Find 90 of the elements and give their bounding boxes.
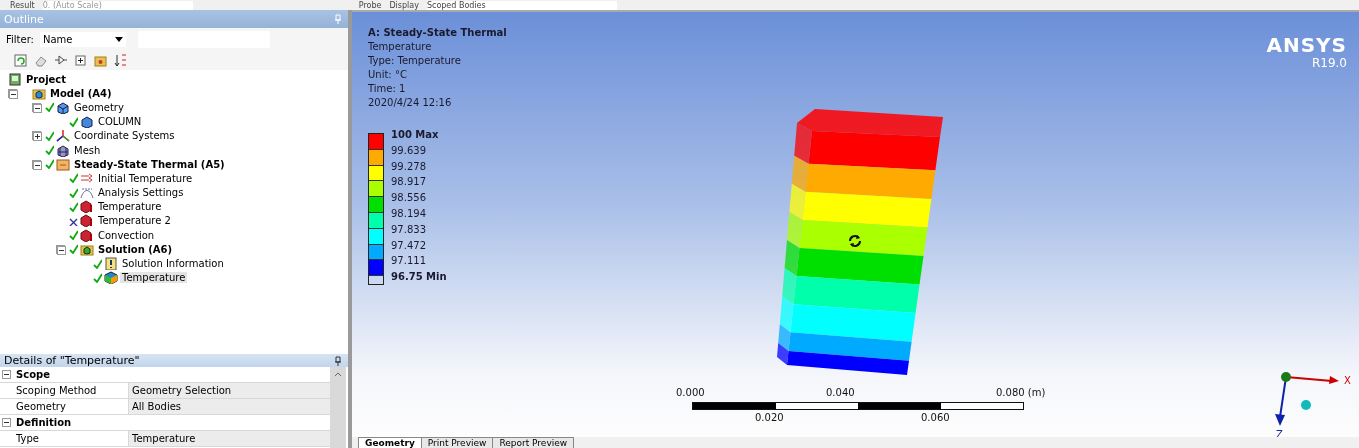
tree-filter-icon[interactable] (54, 53, 67, 67)
display-dropdown[interactable]: Scoped Bodies (426, 1, 617, 10)
tree-item[interactable]: Solution (A6) (96, 243, 175, 255)
arrows-icon (80, 171, 94, 185)
collapse-icon[interactable] (2, 418, 11, 427)
collapse-icon[interactable] (33, 160, 42, 170)
result-info-text: Type: Temperature (368, 54, 462, 68)
panel-title: Details of "Temperature" (4, 354, 140, 367)
sort-icon[interactable] (114, 53, 127, 67)
result-label: Result (10, 1, 35, 10)
result-info-text: A: Steady-State Thermal (368, 26, 507, 40)
pin-icon[interactable] (334, 355, 342, 366)
scale-label: 0.020 (755, 412, 784, 423)
scale-label: 0.000 (676, 387, 705, 398)
scroll-up-icon[interactable] (334, 372, 342, 377)
dropdown-arrow-icon (114, 36, 123, 42)
result-info-text: Unit: °C (368, 68, 408, 82)
legend-value: 97.472 (391, 238, 427, 253)
legend-value: 100 Max (391, 128, 440, 142)
scale-label: 0.080 (m) (996, 387, 1046, 398)
folder-icon[interactable] (94, 53, 107, 67)
cube-thermometer-icon (80, 214, 94, 228)
result-info-text: Time: 1 (368, 82, 407, 96)
result-info-text: 2020/4/24 12:16 (368, 96, 453, 110)
model-icon (32, 86, 46, 100)
group-header: Scope (15, 368, 50, 382)
version-label: R19.0 (1310, 56, 1347, 70)
axis-label: X (1344, 375, 1351, 386)
project-icon (8, 72, 22, 86)
collapse-icon[interactable] (2, 370, 11, 379)
rotate-icon[interactable] (846, 232, 864, 250)
brand-logo: ANSYS (1266, 34, 1347, 56)
cube-thermometer-icon (80, 228, 94, 242)
filter-dropdown[interactable]: Name (39, 31, 126, 47)
refresh-icon[interactable] (14, 53, 27, 67)
tree-item[interactable]: Model (A4) (48, 87, 114, 99)
scrollbar[interactable] (330, 367, 346, 448)
cube-thermometer-icon (80, 200, 94, 214)
collapse-icon[interactable] (9, 89, 18, 99)
tree-item[interactable]: Steady-State Thermal (A5) (72, 158, 227, 170)
view-tab[interactable]: Geometry (358, 437, 422, 448)
tree-item[interactable]: Mesh (72, 144, 103, 156)
info-icon (104, 257, 118, 271)
tree-item[interactable]: Temperature 2 (96, 215, 173, 227)
cube-icon (56, 100, 70, 114)
result-info-text: Temperature (368, 40, 433, 54)
legend-value: 97.833 (391, 222, 427, 237)
expand-icon[interactable] (74, 53, 87, 67)
tree-item[interactable]: Analysis Settings (96, 187, 186, 199)
colored-cube-icon (104, 271, 118, 285)
tree-item[interactable]: Temperature (120, 272, 188, 284)
legend-value: 98.194 (391, 207, 427, 221)
folder-icon (56, 157, 70, 171)
legend-value: 98.917 (391, 175, 427, 190)
tree-item[interactable]: COLUMN (96, 116, 144, 128)
tree-item[interactable]: Temperature (96, 201, 164, 213)
collapse-icon[interactable] (33, 103, 42, 113)
tree-item[interactable]: Convection (96, 229, 157, 241)
cube-icon (80, 115, 94, 129)
view-tab[interactable]: Report Preview (492, 437, 575, 448)
property-label: Type (13, 431, 129, 446)
legend-value: 98.556 (391, 191, 427, 206)
folder-cube-icon (80, 242, 94, 256)
tree-item[interactable]: Coordinate Systems (72, 130, 177, 142)
collapse-icon[interactable] (57, 245, 66, 255)
tree-item[interactable]: Project (24, 73, 69, 85)
legend-value: 97.111 (391, 254, 427, 269)
tree-item[interactable]: Geometry (72, 101, 126, 113)
mesh-icon (56, 143, 70, 157)
probe-button[interactable]: Probe (358, 1, 382, 10)
legend-value: 99.278 (391, 159, 427, 174)
legend-value: 96.75 Min (391, 270, 447, 285)
axes-icon (56, 129, 70, 143)
property-label: Geometry (13, 399, 129, 414)
property-value[interactable]: All Bodies (129, 399, 330, 414)
scale-label: 0.040 (826, 387, 855, 398)
display-label: Display (389, 1, 419, 10)
tree-item[interactable]: Initial Temperature (96, 172, 195, 184)
curve-icon (80, 186, 94, 200)
panel-title: Outline (4, 12, 44, 26)
property-value[interactable]: Geometry Selection (129, 383, 330, 398)
view-tab[interactable]: Print Preview (420, 437, 494, 448)
scale-label: 0.060 (921, 412, 950, 423)
legend-value: 99.639 (391, 143, 427, 158)
tree-item[interactable]: Solution Information (120, 258, 226, 270)
expand-icon[interactable] (33, 132, 42, 142)
property-value[interactable]: Temperature (129, 431, 330, 446)
property-label: Scoping Method (13, 383, 129, 398)
filter-label: Filter: (6, 33, 34, 45)
group-header: Definition (15, 416, 72, 430)
